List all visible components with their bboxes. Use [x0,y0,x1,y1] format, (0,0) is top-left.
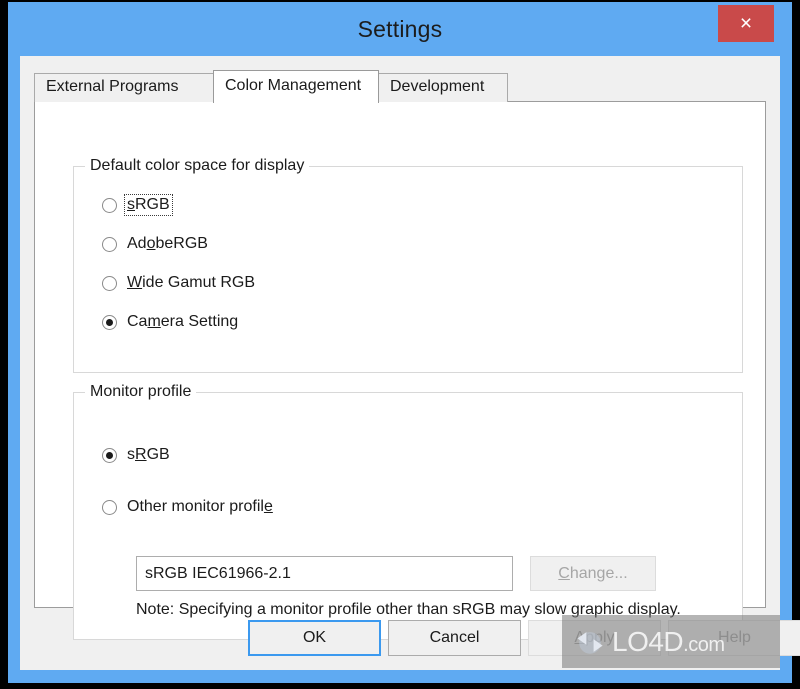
radio-unchecked-icon[interactable] [102,275,117,291]
monitor-profile-option-1[interactable]: Other monitor profile [102,495,275,519]
monitor-profile-input[interactable]: sRGB IEC61966-2.1 [136,556,513,591]
tab-development[interactable]: Development [378,73,508,102]
tab-label: External Programs [46,78,179,95]
radio-checked-icon[interactable] [102,314,117,330]
apply-button: Apply [528,620,661,656]
tab-label: Development [390,78,485,95]
color-space-option-0[interactable]: sRGB [102,193,173,217]
radio-label: Other monitor profile [127,498,273,515]
window-title: Settings [357,16,443,42]
color-space-option-1[interactable]: AdobeRGB [102,232,210,256]
group-monitor-profile: Monitor profile sRGB Other monitor profil… [73,383,743,640]
radio-label: Camera Setting [127,313,239,330]
radio-unchecked-icon[interactable] [102,236,117,252]
tab-external-programs[interactable]: External Programs [34,73,214,102]
group-default-color-space: Default color space for display sRGB Adob… [73,157,743,373]
close-icon[interactable]: × [718,5,774,42]
tab-color-management[interactable]: Color Management [213,70,379,103]
group-monitor-profile-title: Monitor profile [85,383,197,401]
radio-unchecked-icon[interactable] [102,499,117,515]
radio-label: sRGB [127,446,170,463]
settings-dialog-window: Settings × External Programs Color Manage… [8,2,800,683]
cancel-button[interactable]: Cancel [388,620,521,656]
change-profile-button: Change... [530,556,656,591]
dialog-button-bar: OK Cancel Apply Help [20,610,800,670]
tab-label: Color Management [225,77,362,94]
ok-button[interactable]: OK [248,620,381,656]
radio-label: Wide Gamut RGB [127,274,256,291]
monitor-profile-option-0[interactable]: sRGB [102,443,172,467]
radio-unchecked-icon[interactable] [102,197,117,213]
color-space-option-2[interactable]: Wide Gamut RGB [102,271,257,295]
group-default-color-space-title: Default color space for display [85,157,310,175]
tab-panel-color-management: Default color space for display sRGB Adob… [34,101,766,640]
title-bar: Settings × [8,2,792,56]
color-space-option-3[interactable]: Camera Setting [102,310,240,334]
dialog-body: External Programs Color Management Develop… [20,56,800,670]
radio-checked-icon[interactable] [102,447,117,463]
help-button: Help [668,620,800,656]
radio-label: AdobeRGB [127,235,208,252]
radio-label: sRGB [124,194,173,216]
